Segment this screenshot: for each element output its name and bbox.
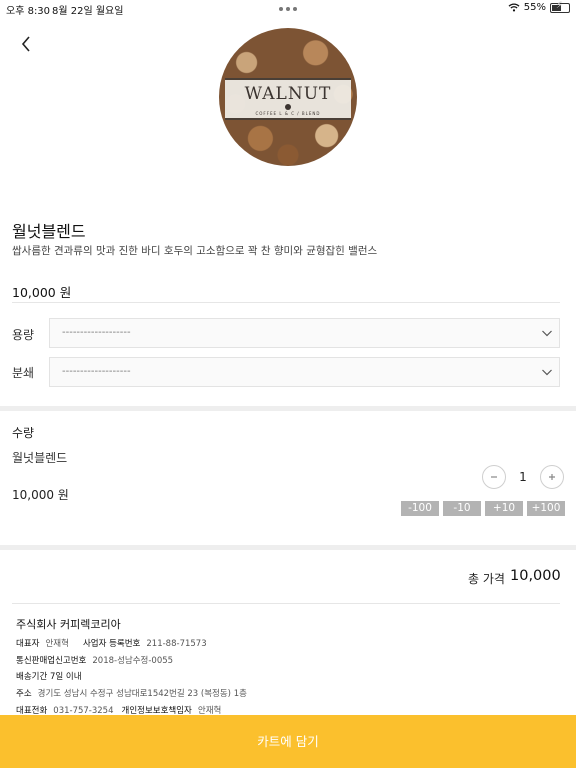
company-address: 주소 경기도 성남시 수정구 성남대로1542번길 23 (복정동) 1층 (16, 687, 247, 699)
delivery-label: 배송기간 7일 이내 (16, 672, 82, 682)
back-button[interactable] (14, 32, 38, 56)
plus-icon (549, 474, 555, 480)
adjust-plus-10-button[interactable]: +10 (485, 501, 523, 516)
adjust-minus-100-button[interactable]: -100 (401, 501, 439, 516)
ceo-value: 안재혁 (45, 639, 69, 649)
option-label-capacity: 용량 (12, 328, 35, 342)
minus-icon (491, 476, 497, 478)
multitasking-dots-icon[interactable] (279, 7, 297, 11)
chevron-down-icon (542, 369, 552, 376)
option-label-grind: 분쇄 (12, 366, 35, 380)
product-image: WALNUT COFFEE L & C / BLEND (219, 28, 357, 166)
mail-order-value: 2018-성남수정-0055 (92, 656, 174, 666)
battery-percent: 55% (523, 2, 546, 13)
quantity-value: 1 (519, 470, 527, 484)
product-name: 월넛블렌드 (12, 222, 86, 241)
product-description: 쌉사름한 견과류의 맛과 진한 바디 호두의 고소함으로 꽉 찬 향미와 균형잡… (12, 245, 378, 257)
logo-subtitle: COFFEE L & C / BLEND (255, 111, 321, 116)
product-logo: WALNUT COFFEE L & C / BLEND (225, 78, 351, 120)
status-bar: 오후 8:30 8월 22일 월요일 55% ⚡ (0, 0, 576, 17)
quantity-item-name: 월넛블렌드 (12, 451, 68, 465)
section-divider (0, 545, 576, 550)
company-delivery: 배송기간 7일 이내 (16, 670, 82, 682)
address-label: 주소 (16, 689, 32, 699)
chevron-down-icon (542, 330, 552, 337)
grind-select[interactable]: ------------------- (49, 357, 560, 387)
adjust-minus-10-button[interactable]: -10 (443, 501, 481, 516)
bizno-value: 211-88-71573 (146, 639, 207, 649)
product-price: 10,000 원 (12, 285, 72, 300)
address-value: 경기도 성남시 수정구 성남대로1542번길 23 (복정동) 1층 (37, 689, 247, 699)
status-date: 8월 22일 월요일 (52, 6, 124, 17)
divider (12, 302, 560, 303)
logo-title: WALNUT (244, 84, 332, 104)
add-to-cart-button[interactable]: 카트에 담기 (0, 715, 576, 768)
status-time: 오후 8:30 (6, 6, 51, 17)
adjust-plus-100-button[interactable]: +100 (527, 501, 565, 516)
quantity-title: 수량 (12, 426, 35, 440)
bizno-label: 사업자 등록번호 (82, 639, 141, 649)
battery-icon: ⚡ (550, 1, 570, 13)
decrease-quantity-button[interactable] (482, 465, 506, 489)
quantity-item-price: 10,000 원 (12, 488, 69, 502)
company-name: 주식회사 커피렉코리아 (16, 618, 121, 631)
chevron-left-icon (21, 36, 30, 52)
capacity-select[interactable]: ------------------- (49, 318, 560, 348)
capacity-select-value: ------------------- (62, 327, 131, 338)
increase-quantity-button[interactable] (540, 465, 564, 489)
status-indicators: 55% ⚡ (508, 1, 570, 13)
grind-select-value: ------------------- (62, 366, 131, 377)
company-mail-order: 통신판매업신고번호 2018-성남수정-0055 (16, 654, 173, 666)
wifi-icon (508, 3, 520, 12)
company-ceo-bizno: 대표자 안재혁 사업자 등록번호 211-88-71573 (16, 637, 207, 649)
total-value: 10,000 (510, 568, 561, 584)
divider (12, 603, 560, 604)
total-label: 총 가격 (468, 572, 505, 586)
mail-order-label: 통신판매업신고번호 (16, 656, 87, 666)
ceo-label: 대표자 (16, 639, 40, 649)
section-divider (0, 406, 576, 411)
